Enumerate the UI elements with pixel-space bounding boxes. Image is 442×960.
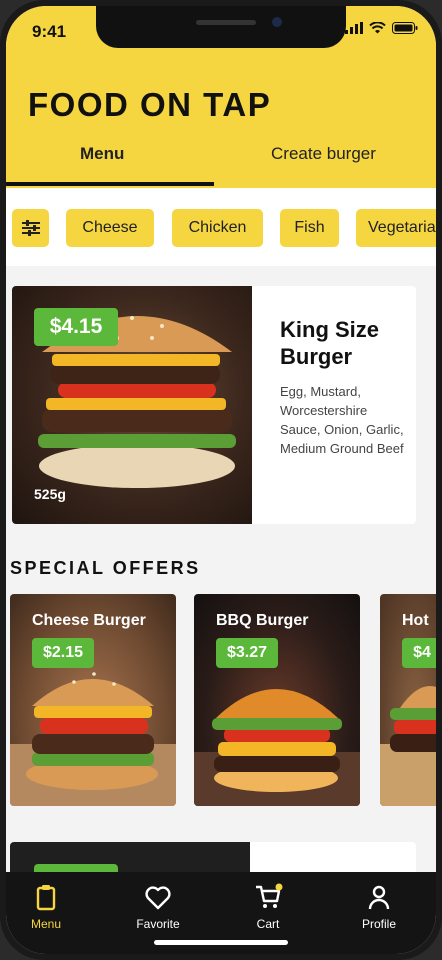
nav-menu[interactable]: Menu (6, 882, 86, 931)
app-title: FOOD ON TAP (28, 86, 272, 123)
status-icons (345, 22, 418, 34)
offer-name: Hot (402, 612, 429, 629)
chip-cheese[interactable]: Cheese (66, 209, 154, 247)
nav-label: Profile (361, 917, 396, 931)
home-indicator (154, 940, 288, 945)
filter-button[interactable] (12, 209, 49, 247)
battery-icon (392, 22, 418, 34)
chip-chicken[interactable]: Chicken (172, 209, 263, 247)
tab-create-burger[interactable]: Create burger (271, 144, 376, 164)
app-header: 9:41 FOOD ON TAP Menu Create burger (6, 6, 436, 188)
device-notch (96, 6, 346, 48)
offer-name: Cheese Burger (32, 612, 146, 629)
nav-favorite[interactable]: Favorite (118, 882, 198, 931)
filter-bar: Cheese Chicken Fish Vegetaria (6, 188, 436, 266)
tab-menu[interactable]: Menu (80, 144, 124, 164)
special-offers-heading: SPECIAL OFFERS (10, 558, 201, 578)
chip-vegetarian[interactable]: Vegetaria (356, 209, 436, 247)
user-icon (368, 885, 390, 910)
featured-burger-image: $4.15 525g (12, 286, 252, 524)
nav-profile[interactable]: Profile (339, 882, 419, 931)
offer-price-badge: $4 (402, 638, 436, 668)
clipboard-icon (36, 885, 56, 911)
cart-icon (256, 883, 283, 908)
featured-description: Egg, Mustard, Worcestershire Sauce, Onio… (280, 384, 404, 456)
featured-price-badge: $4.15 (34, 308, 118, 346)
phone-frame: 9:41 FOOD ON TAP Menu Create burger Chee… (0, 0, 442, 960)
app-screen: 9:41 FOOD ON TAP Menu Create burger Chee… (6, 6, 436, 954)
heart-icon (145, 886, 171, 910)
wifi-icon (369, 22, 386, 34)
active-tab-indicator (6, 182, 214, 186)
signal-icon (345, 22, 363, 34)
offer-card-cheese-burger[interactable]: Cheese Burger $2.15 (10, 594, 176, 806)
offer-price-badge: $3.27 (216, 638, 278, 668)
sliders-icon (21, 220, 40, 236)
featured-title: King Size Burger (280, 317, 380, 369)
featured-weight: 525g (34, 486, 66, 502)
chip-fish[interactable]: Fish (280, 209, 339, 247)
nav-cart[interactable]: Cart (228, 882, 308, 931)
front-camera (272, 17, 282, 27)
offer-card-bbq-burger[interactable]: BBQ Burger $3.27 (194, 594, 360, 806)
nav-label: Cart (256, 917, 280, 931)
offer-name: BBQ Burger (216, 612, 309, 629)
nav-label: Favorite (136, 917, 180, 931)
offer-card-hot-burger[interactable]: Hot $4 (380, 594, 436, 806)
offer-price-badge: $2.15 (32, 638, 94, 668)
status-time: 9:41 (32, 22, 67, 41)
featured-card[interactable]: $4.15 525g King Size Burger Egg, Mustard… (12, 286, 416, 524)
nav-label: Menu (30, 917, 62, 931)
speaker-grille (196, 20, 256, 25)
